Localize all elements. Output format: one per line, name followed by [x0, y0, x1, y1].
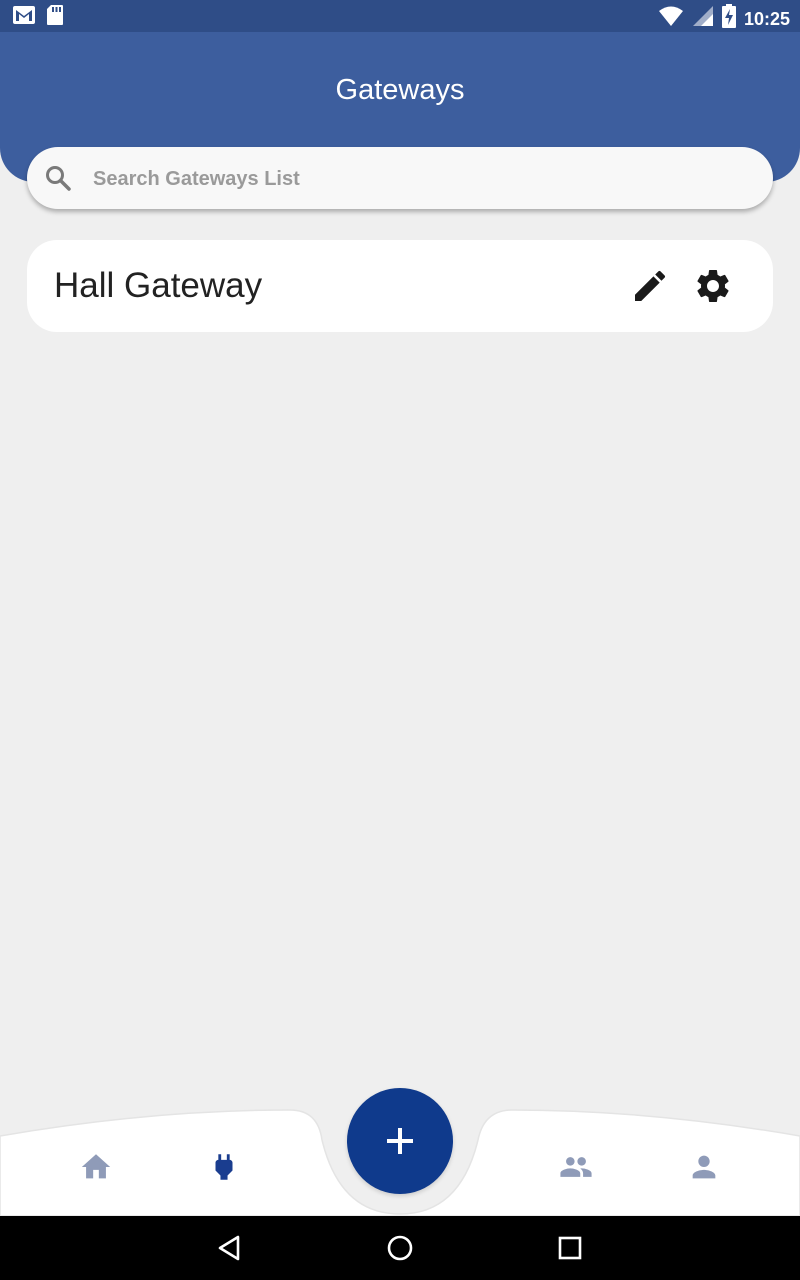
system-back-button[interactable]	[214, 1232, 246, 1264]
gmail-icon	[12, 4, 36, 31]
nav-home[interactable]	[79, 1150, 113, 1184]
nav-users[interactable]	[559, 1150, 593, 1184]
status-notification-icons	[12, 4, 64, 31]
add-icon	[384, 1125, 416, 1162]
search-input[interactable]	[91, 147, 735, 211]
system-navigation-bar	[0, 1216, 800, 1280]
gateway-name: Hall Gateway	[54, 266, 263, 305]
status-system-icons: 10:25	[658, 4, 790, 33]
back-icon	[214, 1235, 246, 1268]
nav-profile[interactable]	[687, 1150, 721, 1184]
page-title: Gateways	[335, 74, 465, 106]
person-icon	[687, 1155, 721, 1188]
add-gateway-button[interactable]	[347, 1088, 453, 1194]
status-time: 10:25	[743, 8, 790, 29]
settings-button[interactable]	[693, 266, 733, 306]
search-bar[interactable]	[27, 147, 773, 211]
system-recents-button[interactable]	[554, 1232, 586, 1264]
edit-icon	[630, 270, 670, 310]
status-bar: 10:25	[0, 0, 800, 32]
home-circle-icon	[384, 1235, 416, 1268]
group-icon	[559, 1157, 593, 1188]
sd-card-icon	[46, 4, 64, 31]
wifi-icon	[658, 5, 684, 32]
settings-icon	[693, 270, 733, 310]
nav-gateways[interactable]	[207, 1150, 241, 1184]
plug-icon	[207, 1154, 241, 1188]
search-icon	[45, 165, 71, 191]
home-icon	[79, 1154, 113, 1188]
battery-charging-icon	[721, 4, 736, 33]
edit-button[interactable]	[630, 266, 670, 306]
system-home-button[interactable]	[384, 1232, 416, 1264]
gateway-card[interactable]: Hall Gateway	[27, 240, 773, 332]
recents-icon	[554, 1236, 586, 1268]
signal-icon	[692, 5, 714, 32]
